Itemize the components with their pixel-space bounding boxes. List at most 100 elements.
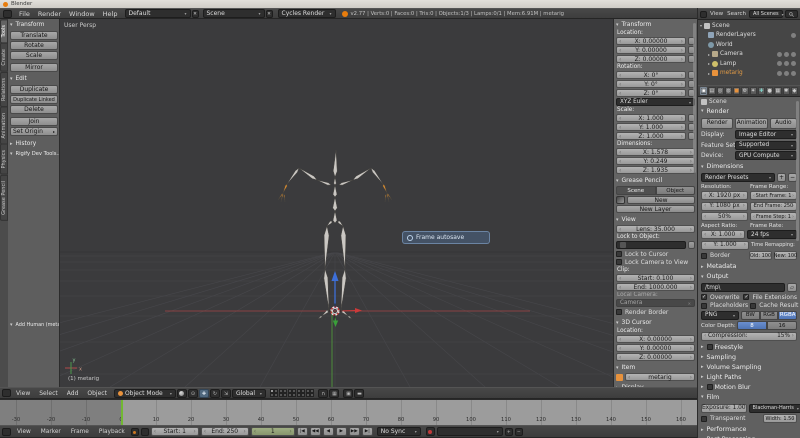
bw-button[interactable]: BW [741,311,760,320]
panel-history[interactable]: History [10,139,58,149]
lock-camera-checkbox[interactable]: Lock Camera to View [616,258,695,266]
object-name-field[interactable]: metarig [625,373,695,381]
set-origin-dropdown[interactable]: Set Origin▸ [10,127,58,136]
tab-physics[interactable]: ◆ [791,87,798,95]
shading-select[interactable] [177,389,187,398]
panel-transform[interactable]: Transform [10,20,58,30]
panel-3d-cursor[interactable]: 3D Cursor [616,318,695,327]
editor-type-outliner-icon[interactable] [700,11,707,18]
panel-render[interactable]: Render [701,106,797,116]
gp-object-tab[interactable]: Object [656,186,696,195]
n-panel-scrollbar[interactable] [693,23,696,173]
tab-modifiers[interactable]: ✦ [750,87,757,95]
outliner-row-camera[interactable]: ▸Camera [700,50,798,60]
rot-y-field[interactable]: Y: 0° [616,80,686,88]
bone[interactable] [287,168,299,184]
rotate-button[interactable]: Rotate [10,41,58,50]
tab-particles[interactable]: ✱ [783,87,790,95]
menu-tl-playback[interactable]: Playback [99,429,125,435]
shelf-tab-relations[interactable]: Relations [0,72,8,107]
preset-add-button[interactable]: + [777,173,786,182]
frame-end-prop-field[interactable]: End Frame: 250 [750,202,797,211]
bone[interactable] [371,168,383,184]
shelf-tab-grease-pencil[interactable]: Grease Pencil [0,175,8,221]
prev-keyframe-button[interactable]: ◀◀ [310,427,321,436]
next-keyframe-button[interactable]: ▶▶ [349,427,360,436]
folder-icon[interactable]: ▱ [787,283,797,292]
depth-16-button[interactable]: 16 [767,321,797,330]
bone[interactable] [327,221,332,226]
timeline-canvas[interactable]: -30-20-100102030405060708090100110120130… [0,399,697,425]
lock-object-field[interactable] [616,241,686,249]
filter-width-field[interactable]: Width: 1.50 [763,414,797,423]
feature-set-select[interactable]: Supported▾ [735,141,797,150]
scale-button[interactable]: Scale [10,51,58,60]
dim-y-field[interactable]: Y: 0.249 [616,157,695,165]
frame-step-field[interactable]: Frame Step: 1 [750,212,797,221]
bone[interactable] [324,269,329,310]
bone[interactable] [334,177,337,185]
snap-element-select[interactable]: ▦ [329,389,339,398]
placeholders-checkbox[interactable]: Placeholders [701,302,748,309]
shelf-tab-tools[interactable]: Tools [0,19,8,43]
output-path-field[interactable]: /tmp\ [701,283,785,292]
bone[interactable] [324,226,329,269]
lock-time-toggle[interactable] [141,428,149,436]
fps-select[interactable]: 24 fps▾ [747,230,797,239]
delete-keyframe-button[interactable]: − [515,428,523,436]
menu-tl-marker[interactable]: Marker [41,429,61,435]
panel-dimensions[interactable]: Dimensions [701,162,797,172]
gp-new-layer-button[interactable]: New Layer [616,205,695,213]
exposure-field[interactable]: Exposure: 1.00 [701,404,747,413]
tab-world[interactable]: ◍ [725,87,732,95]
editor-type-timeline-icon[interactable] [2,428,11,436]
tab-render-layers[interactable]: ▤ [708,87,715,95]
tab-material[interactable]: ● [766,87,773,95]
timeline-current-frame-line[interactable] [121,400,123,425]
layers-widget[interactable] [270,389,315,397]
bone[interactable] [341,269,346,310]
current-frame-field[interactable]: 1 [251,427,295,436]
menu-view3d-select[interactable]: Select [39,390,58,397]
aspect-x-field[interactable]: X: 1.000 [701,230,745,239]
bone-orange[interactable] [283,184,287,193]
overwrite-checkbox[interactable]: Overwrite [701,294,741,301]
panel-light-paths[interactable]: Light Paths [701,372,797,382]
opengl-render-anim-button[interactable]: ▬ [354,389,364,398]
play-button[interactable]: ▶ [336,427,347,436]
auto-keyframe-record-button[interactable] [426,427,435,436]
play-reverse-button[interactable]: ◀ [323,427,334,436]
tab-render[interactable]: ▣ [700,87,707,95]
panel-view[interactable]: View [616,215,695,224]
animation-button[interactable]: Animation [735,118,767,129]
cursor-x-field[interactable]: X: 0.00000 [616,335,695,343]
keying-set-select[interactable]: ▾ [437,427,503,436]
manipulator-rotate-toggle[interactable]: ↻ [210,389,220,398]
outliner-row-scene[interactable]: ▾Scene [700,21,798,31]
shelf-tab-physics[interactable]: Physics [0,144,8,175]
panel-metadata[interactable]: Metadata [701,262,797,272]
menu-window[interactable]: Window [69,10,95,18]
pivot-select[interactable]: ⊙ [188,389,198,398]
join-button[interactable]: Join [10,117,58,126]
outliner-row-world[interactable]: World [700,40,798,50]
file-format-select[interactable]: PNG▾ [701,311,739,320]
scene-select[interactable]: Scene▾ [203,9,265,18]
loc-z-field[interactable]: Z: 0.00000 [616,55,686,63]
lock-to-cursor-checkbox[interactable]: Lock to Cursor [616,250,695,258]
frame-start-prop-field[interactable]: Start Frame: 1 [750,191,797,200]
panel-volume-sampling[interactable]: Volume Sampling [701,362,797,372]
duplicate-linked-button[interactable]: Duplicate Linked [10,95,58,104]
menu-ol-view[interactable]: View [710,11,723,17]
display-select[interactable]: Image Editor▾ [735,130,797,139]
cursor-y-field[interactable]: Y: 0.00000 [616,344,695,352]
tab-texture[interactable]: ▦ [774,87,781,95]
scale-x-field[interactable]: X: 1.000 [616,114,686,122]
bone[interactable] [333,150,337,177]
border-checkbox[interactable]: Border [701,252,747,259]
transparent-checkbox[interactable]: Transparent [701,415,761,422]
panel-np-transform[interactable]: Transform [616,20,695,29]
menu-render[interactable]: Render [38,10,61,18]
properties-scrollbar[interactable] [796,101,799,241]
res-x-field[interactable]: X: 1920 px [701,191,748,200]
